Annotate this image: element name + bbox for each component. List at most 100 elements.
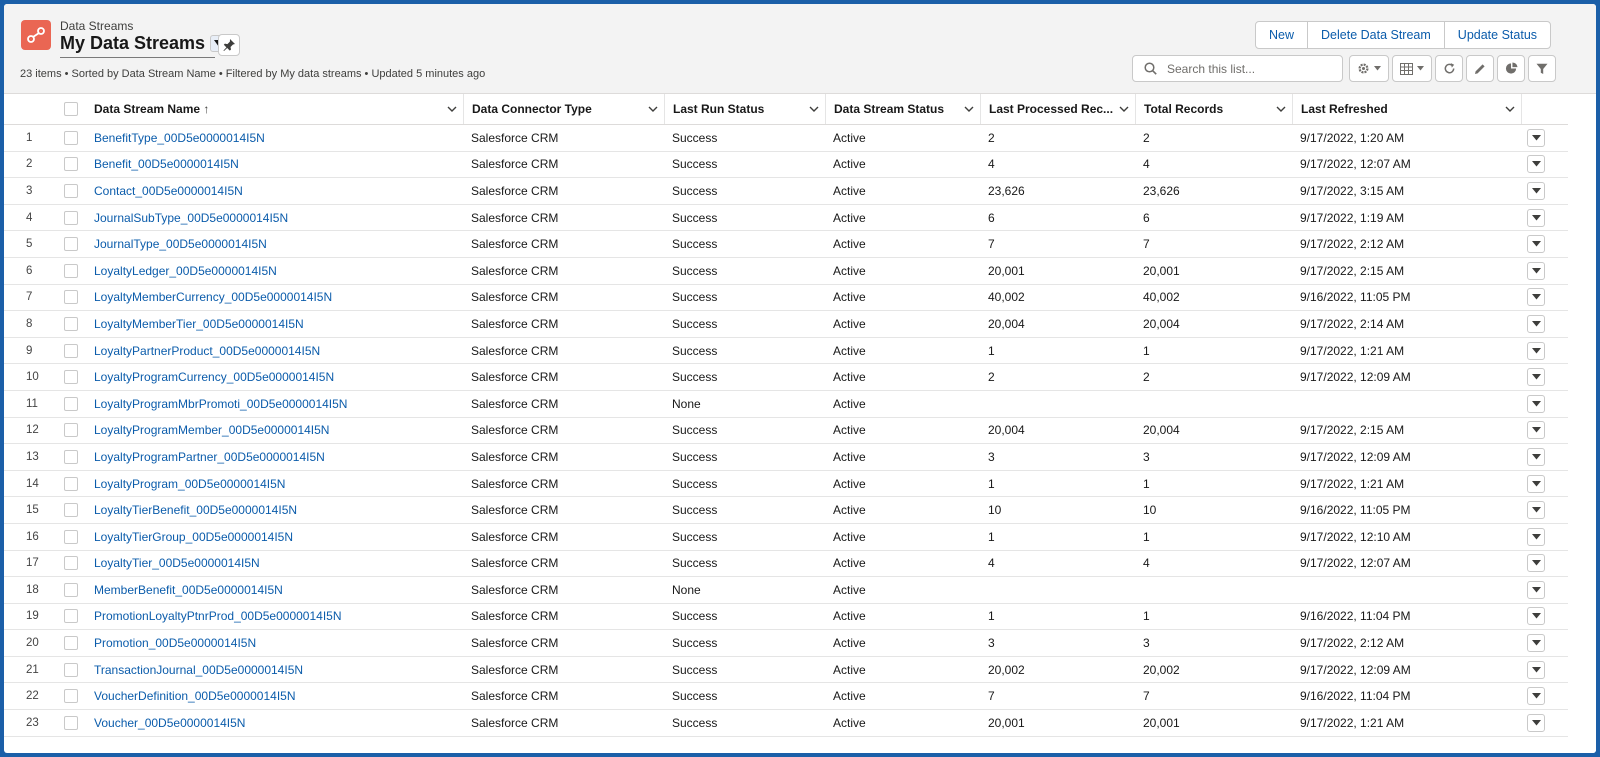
column-header-data-connector-type[interactable]: Data Connector Type	[463, 94, 664, 125]
row-checkbox[interactable]	[64, 316, 78, 331]
column-header-total-records[interactable]: Total Records	[1135, 94, 1292, 125]
last-processed-records-cell: 1	[980, 337, 1135, 365]
row-checkbox[interactable]	[64, 449, 78, 464]
data-stream-name-link[interactable]: LoyaltyTier_00D5e0000014I5N	[86, 550, 463, 578]
row-checkbox[interactable]	[64, 210, 78, 225]
chevron-down-icon[interactable]	[964, 106, 974, 113]
row-actions-button[interactable]	[1527, 554, 1545, 573]
data-stream-name-link[interactable]: PromotionLoyaltyPtnrProd_00D5e0000014I5N	[86, 603, 463, 631]
data-stream-name-link[interactable]: Benefit_00D5e0000014I5N	[86, 151, 463, 179]
update-status-button[interactable]: Update Status	[1443, 22, 1550, 48]
data-stream-name-link[interactable]: LoyaltyTierBenefit_00D5e0000014I5N	[86, 496, 463, 524]
chevron-down-icon[interactable]	[809, 106, 819, 113]
column-header-data-stream-name[interactable]: Data Stream Name ↑	[86, 94, 463, 125]
row-actions-button[interactable]	[1527, 687, 1545, 706]
row-checkbox[interactable]	[64, 157, 78, 172]
row-actions-button[interactable]	[1527, 527, 1545, 546]
row-actions-button[interactable]	[1527, 368, 1545, 387]
list-settings-button[interactable]	[1349, 55, 1389, 82]
row-checkbox[interactable]	[64, 582, 78, 597]
data-stream-name-link[interactable]: JournalType_00D5e0000014I5N	[86, 230, 463, 258]
row-actions-button[interactable]	[1527, 208, 1545, 227]
row-actions-button[interactable]	[1527, 607, 1545, 626]
row-actions-button[interactable]	[1527, 660, 1545, 679]
chevron-down-icon[interactable]	[648, 106, 658, 113]
row-checkbox[interactable]	[64, 370, 78, 385]
data-stream-name-link[interactable]: LoyaltyPartnerProduct_00D5e0000014I5N	[86, 337, 463, 365]
chevron-down-icon[interactable]	[1276, 106, 1286, 113]
list-view-selector[interactable]: My Data Streams	[60, 33, 228, 54]
data-stream-name-link[interactable]: JournalSubType_00D5e0000014I5N	[86, 204, 463, 232]
pin-list-button[interactable]	[218, 34, 240, 56]
chevron-down-icon[interactable]	[1119, 106, 1129, 113]
row-actions-button[interactable]	[1527, 341, 1545, 360]
charts-button[interactable]	[1497, 55, 1525, 82]
row-actions-button[interactable]	[1527, 634, 1545, 653]
edit-list-button[interactable]	[1466, 55, 1494, 82]
data-stream-name-link[interactable]: Promotion_00D5e0000014I5N	[86, 629, 463, 657]
last-run-status-cell: Success	[664, 496, 825, 524]
select-all-checkbox[interactable]	[64, 102, 78, 116]
data-stream-name-link[interactable]: LoyaltyMemberTier_00D5e0000014I5N	[86, 310, 463, 338]
row-checkbox[interactable]	[64, 689, 78, 704]
row-checkbox[interactable]	[64, 130, 78, 145]
row-actions-button[interactable]	[1527, 261, 1545, 280]
row-actions-button[interactable]	[1527, 580, 1545, 599]
last-run-status-cell: Success	[664, 470, 825, 498]
data-stream-name-link[interactable]: LoyaltyProgramPartner_00D5e0000014I5N	[86, 443, 463, 471]
row-actions-button[interactable]	[1527, 155, 1545, 174]
column-header-data-stream-status[interactable]: Data Stream Status	[825, 94, 980, 125]
row-actions-button[interactable]	[1527, 235, 1545, 254]
new-button[interactable]: New	[1256, 22, 1307, 48]
row-actions-button[interactable]	[1527, 447, 1545, 466]
data-stream-name-link[interactable]: LoyaltyMemberCurrency_00D5e0000014I5N	[86, 284, 463, 312]
data-stream-name-link[interactable]: LoyaltyProgram_00D5e0000014I5N	[86, 470, 463, 498]
data-stream-name-link[interactable]: MemberBenefit_00D5e0000014I5N	[86, 576, 463, 604]
data-stream-name-link[interactable]: Contact_00D5e0000014I5N	[86, 177, 463, 205]
data-stream-name-link[interactable]: LoyaltyProgramMbrPromoti_00D5e0000014I5N	[86, 390, 463, 418]
row-checkbox[interactable]	[64, 715, 78, 730]
row-checkbox[interactable]	[64, 476, 78, 491]
row-checkbox[interactable]	[64, 423, 78, 438]
filter-button[interactable]	[1528, 55, 1556, 82]
row-actions-button[interactable]	[1527, 394, 1545, 413]
data-stream-name-link[interactable]: LoyaltyLedger_00D5e0000014I5N	[86, 257, 463, 285]
column-header-last-processed-records[interactable]: Last Processed Rec...	[980, 94, 1135, 125]
row-checkbox[interactable]	[64, 290, 78, 305]
display-as-button[interactable]	[1392, 55, 1432, 82]
data-stream-name-link[interactable]: LoyaltyProgramMember_00D5e0000014I5N	[86, 417, 463, 445]
row-actions-button[interactable]	[1527, 314, 1545, 333]
row-checkbox[interactable]	[64, 396, 78, 411]
row-actions-button[interactable]	[1527, 713, 1545, 732]
row-actions-button[interactable]	[1527, 421, 1545, 440]
data-stream-name-link[interactable]: LoyaltyTierGroup_00D5e0000014I5N	[86, 523, 463, 551]
row-checkbox[interactable]	[64, 343, 78, 358]
column-header-last-refreshed[interactable]: Last Refreshed	[1292, 94, 1521, 125]
chevron-down-icon[interactable]	[1505, 106, 1515, 113]
row-number: 15	[4, 496, 56, 524]
chevron-down-icon[interactable]	[447, 106, 457, 113]
row-checkbox[interactable]	[64, 503, 78, 518]
row-actions-button[interactable]	[1527, 181, 1545, 200]
row-actions-button[interactable]	[1527, 501, 1545, 520]
data-stream-name-link[interactable]: Voucher_00D5e0000014I5N	[86, 709, 463, 737]
data-stream-name-link[interactable]: LoyaltyProgramCurrency_00D5e0000014I5N	[86, 363, 463, 391]
data-stream-name-link[interactable]: TransactionJournal_00D5e0000014I5N	[86, 656, 463, 684]
row-actions-button[interactable]	[1527, 288, 1545, 307]
row-actions-button[interactable]	[1527, 474, 1545, 493]
delete-data-stream-button[interactable]: Delete Data Stream	[1307, 22, 1444, 48]
column-header-last-run-status[interactable]: Last Run Status	[664, 94, 825, 125]
row-checkbox[interactable]	[64, 263, 78, 278]
search-input[interactable]	[1165, 60, 1335, 77]
row-checkbox[interactable]	[64, 662, 78, 677]
row-actions-button[interactable]	[1527, 128, 1545, 147]
data-stream-name-link[interactable]: VoucherDefinition_00D5e0000014I5N	[86, 682, 463, 711]
data-stream-name-link[interactable]: BenefitType_00D5e0000014I5N	[86, 124, 463, 152]
row-checkbox[interactable]	[64, 529, 78, 544]
row-checkbox[interactable]	[64, 556, 78, 571]
row-checkbox[interactable]	[64, 609, 78, 624]
row-checkbox[interactable]	[64, 636, 78, 651]
row-checkbox[interactable]	[64, 183, 78, 198]
refresh-button[interactable]	[1435, 55, 1463, 82]
row-checkbox[interactable]	[64, 237, 78, 252]
